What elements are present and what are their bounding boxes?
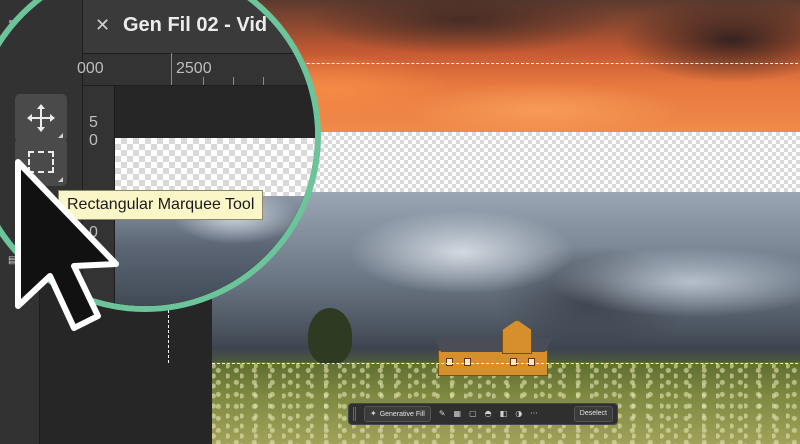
deselect-button[interactable]: Deselect [573, 406, 613, 422]
mask-icon[interactable]: ▦ [454, 409, 462, 419]
ruler-label: 2500 [176, 60, 212, 77]
tree-image [308, 308, 352, 364]
ruler-label: 000 [77, 60, 104, 77]
magnified-transparent-area [115, 138, 315, 196]
selection-bottom-edge [212, 363, 800, 364]
generative-fill-button[interactable]: ✦ Generative Fill [364, 406, 431, 422]
more-options-button[interactable]: ··· [530, 409, 538, 419]
generative-fill-icon: ✦ [370, 409, 377, 418]
mouse-cursor-icon [15, 159, 119, 331]
contextual-task-bar: ✦ Generative Fill ✎ ▦ ▢ ◓ ◧ ◑ ··· Desele… [348, 403, 618, 425]
generative-fill-label: Generative Fill [379, 410, 425, 418]
ruler-label: 0 [89, 132, 98, 149]
document-tab-bar: ✕ Gen Fil 02 - Vid [83, 0, 315, 54]
drag-handle[interactable] [353, 407, 356, 421]
move-icon [27, 104, 55, 132]
close-icon[interactable]: ✕ [95, 17, 111, 35]
move-tool-button[interactable] [15, 94, 67, 142]
adjust-icon[interactable]: ◑ [515, 409, 522, 419]
horizontal-ruler[interactable]: 000 2500 [77, 53, 315, 86]
ruler-label: 5 [89, 114, 98, 131]
crop-icon[interactable]: ▢ [469, 409, 477, 419]
house-image [434, 320, 552, 376]
invert-icon[interactable]: ◧ [500, 409, 508, 419]
brush-icon[interactable]: ✎ [439, 409, 446, 419]
fill-icon[interactable]: ◓ [485, 409, 492, 419]
document-tab-title[interactable]: Gen Fil 02 - Vid [123, 14, 267, 37]
